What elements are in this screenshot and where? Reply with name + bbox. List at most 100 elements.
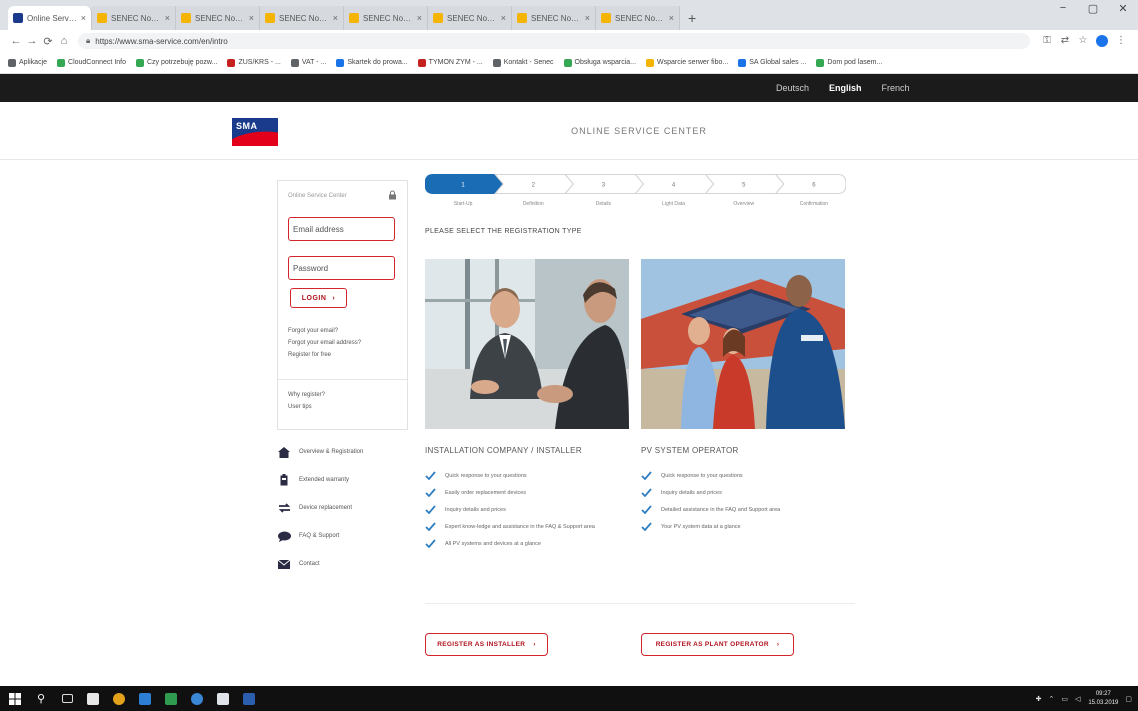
benefit-item: Easily order replacement devices: [425, 488, 635, 498]
tab-close-icon[interactable]: ×: [333, 13, 338, 23]
browser-tab[interactable]: SENEC Nowoczesne systemy sol...×: [92, 6, 176, 30]
browser-toolbar: ← → ⟳ ⌂ 🔒︎ https://www.sma-service.com/e…: [0, 30, 1138, 52]
login-link[interactable]: Forgot your email address?: [288, 337, 361, 349]
tab-close-icon[interactable]: ×: [585, 13, 590, 23]
bookmark-item[interactable]: CloudConnect Info: [57, 58, 126, 67]
bookmark-item[interactable]: SA Global sales ...: [738, 58, 807, 67]
bookmark-item[interactable]: Dom pod lasem...: [816, 58, 882, 67]
search-icon[interactable]: ⚲: [30, 686, 52, 711]
password-field[interactable]: [288, 256, 395, 280]
tab-close-icon[interactable]: ×: [81, 13, 86, 23]
notification-icon[interactable]: ▢: [1125, 695, 1132, 703]
browser-tab[interactable]: SENEC Nowoczesne systemy sol...×: [596, 6, 680, 30]
bookmark-favicon-icon: [8, 58, 16, 67]
login-link[interactable]: User tips: [288, 401, 325, 413]
task-view-icon[interactable]: [56, 686, 78, 711]
language-switcher: Deutsch English French: [776, 83, 930, 93]
register-operator-button[interactable]: REGISTER AS PLANT OPERATOR ›: [641, 633, 794, 656]
bookmark-label: Wsparcie serwer fibo...: [657, 59, 729, 66]
registration-progress: 123456: [425, 174, 846, 194]
home-icon[interactable]: ⌂: [56, 35, 72, 47]
language-link[interactable]: French: [882, 83, 910, 93]
side-navigation: Overview & Registration Extended warranty…: [277, 438, 412, 578]
reload-icon[interactable]: ⟳: [40, 35, 56, 48]
chevron-right-icon: ›: [332, 294, 336, 302]
bookmark-item[interactable]: Wsparcie serwer fibo...: [646, 58, 729, 67]
login-link[interactable]: Forgot your email?: [288, 325, 361, 337]
bookmark-favicon-icon: [563, 58, 572, 67]
sidenav-item[interactable]: Contact: [277, 550, 412, 578]
excel-icon[interactable]: [160, 686, 182, 711]
star-icon[interactable]: ☆: [1074, 35, 1092, 47]
explorer-icon[interactable]: [212, 686, 234, 711]
bookmark-item[interactable]: Skartek do prowa...: [336, 58, 408, 67]
benefit-text: Your PV system data at a glance: [661, 524, 741, 530]
new-tab-button[interactable]: +: [680, 10, 704, 30]
sidenav-item[interactable]: FAQ & Support: [277, 522, 412, 550]
tab-close-icon[interactable]: ×: [417, 13, 422, 23]
tab-close-icon[interactable]: ×: [501, 13, 506, 23]
bookmark-item[interactable]: ZUS/KRS - ...: [227, 58, 281, 67]
login-link[interactable]: Why register?: [288, 389, 325, 401]
windows-start-icon[interactable]: [4, 686, 26, 711]
operator-title: PV SYSTEM OPERATOR: [641, 446, 739, 455]
menu-icon[interactable]: ⋮: [1112, 35, 1130, 47]
progress-step-label: Overview: [733, 201, 755, 207]
network-icon[interactable]: ▭: [1061, 695, 1068, 703]
bookmark-label: ZUS/KRS - ...: [238, 59, 281, 66]
maximize-button[interactable]: ▢: [1078, 2, 1108, 15]
store-icon[interactable]: [82, 686, 104, 711]
tab-close-icon[interactable]: ×: [165, 13, 170, 23]
progress-step: [774, 174, 846, 194]
tab-close-icon[interactable]: ×: [249, 13, 254, 23]
sidenav-label: Device replacement: [299, 505, 353, 511]
profile-avatar[interactable]: [1096, 35, 1108, 47]
address-bar[interactable]: 🔒︎ https://www.sma-service.com/en/intro: [78, 33, 1030, 49]
progress-chevrons: 123456: [425, 174, 846, 194]
word-icon[interactable]: [238, 686, 260, 711]
minimize-button[interactable]: −: [1048, 2, 1078, 15]
bookmark-label: SA Global sales ...: [749, 59, 807, 66]
registration-type-heading: PLEASE SELECT THE REGISTRATION TYPE: [425, 228, 582, 235]
bookmark-item[interactable]: Obsługa wsparcia...: [563, 58, 636, 67]
back-icon[interactable]: ←: [8, 35, 24, 47]
browser-tab[interactable]: SENEC Nowoczesne systemy sol...×: [176, 6, 260, 30]
tab-title: SENEC Nowoczesne systemy sol...: [447, 13, 498, 23]
sidenav-item[interactable]: Device replacement: [277, 494, 412, 522]
browser-tab[interactable]: Online Service Center - SMA So...×: [8, 6, 92, 30]
email-field[interactable]: [288, 217, 395, 241]
people-icon[interactable]: ✚: [1036, 695, 1042, 703]
login-button[interactable]: LOGIN ›: [290, 288, 347, 308]
checkmark-icon: [425, 471, 436, 480]
house-icon: [277, 446, 291, 458]
browser-tab[interactable]: SENEC Nowoczesne systemy sol...×: [260, 6, 344, 30]
browser-tab[interactable]: SENEC Nowoczesne systemy sol...×: [344, 6, 428, 30]
sidenav-item[interactable]: Extended warranty: [277, 466, 412, 494]
chrome-icon[interactable]: [108, 686, 130, 711]
sidenav-item[interactable]: Overview & Registration: [277, 438, 412, 466]
bookmark-item[interactable]: Czy potrzebuję pozw...: [136, 58, 217, 67]
benefit-item: All PV systems and devices at a glance: [425, 539, 635, 549]
clock[interactable]: 09:27 15.03.2019: [1088, 690, 1118, 708]
bookmark-item[interactable]: Aplikacje: [8, 58, 47, 67]
register-installer-label: REGISTER AS INSTALLER: [437, 641, 526, 648]
language-link[interactable]: Deutsch: [776, 83, 809, 93]
bookmark-item[interactable]: VAT - ...: [290, 58, 326, 67]
bookmark-item[interactable]: Kontakt - Senec: [492, 58, 554, 67]
mail-app-icon[interactable]: [134, 686, 156, 711]
bookmark-favicon-icon: [738, 58, 747, 67]
forward-icon[interactable]: →: [24, 35, 40, 47]
browser-tab[interactable]: SENEC Nowoczesne systemy sol...×: [428, 6, 512, 30]
language-link[interactable]: English: [829, 83, 862, 93]
translate-icon[interactable]: ⇄: [1056, 35, 1074, 47]
login-link[interactable]: Register for free: [288, 349, 361, 361]
bookmark-item[interactable]: TYMON ZYM - ...: [417, 58, 483, 67]
key-icon[interactable]: ⚿: [1038, 35, 1056, 47]
app-icon[interactable]: [186, 686, 208, 711]
close-window-button[interactable]: ✕: [1108, 2, 1138, 15]
register-installer-button[interactable]: REGISTER AS INSTALLER ›: [425, 633, 548, 656]
volume-icon[interactable]: ◁: [1075, 695, 1080, 703]
tab-close-icon[interactable]: ×: [669, 13, 674, 23]
browser-tab[interactable]: SENEC Nowoczesne systemy sol...×: [512, 6, 596, 30]
chevron-up-icon[interactable]: ⌃: [1048, 695, 1054, 703]
